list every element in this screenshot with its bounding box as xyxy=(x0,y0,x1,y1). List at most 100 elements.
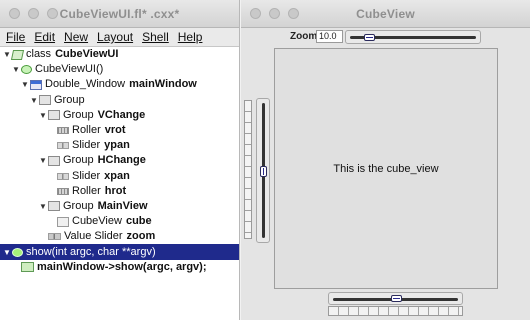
tree-item-type: Group xyxy=(63,199,94,212)
group-icon xyxy=(48,201,60,212)
tree-item-type: Slider xyxy=(72,169,101,182)
zoom-value-field[interactable]: 10.0 xyxy=(316,30,343,43)
expand-triangle-icon[interactable]: ▼ xyxy=(21,81,29,89)
tree-row[interactable]: ▼ Group VChange xyxy=(0,108,239,123)
widget-tree: ▼ class CubeViewUI ▼ CubeViewUI() ▼ Double_Win… xyxy=(0,47,239,320)
tree-row[interactable]: ▼ Group xyxy=(0,93,239,108)
minimize-button[interactable] xyxy=(269,8,280,19)
expand-triangle-icon[interactable]: ▼ xyxy=(3,51,11,59)
function-icon xyxy=(21,65,32,75)
tree-item-type: CubeViewUI() xyxy=(35,63,104,76)
group-icon xyxy=(48,155,60,166)
slider-icon xyxy=(57,172,69,180)
code-icon xyxy=(21,262,34,273)
tree-row[interactable]: Value Slider zoom xyxy=(0,229,239,244)
group-icon xyxy=(48,110,60,121)
tree-row[interactable]: ▼ CubeViewUI() xyxy=(0,62,239,77)
tree-item-type: Roller xyxy=(72,184,101,197)
window-controls xyxy=(9,8,58,19)
menubar: File Edit New Layout Shell Help xyxy=(0,28,239,47)
window-title: CubeView xyxy=(356,6,415,21)
tree-item-name: HChange xyxy=(97,154,146,167)
menu-file[interactable]: File xyxy=(3,30,31,44)
roller-icon xyxy=(57,187,69,195)
tree-item-name: xpan xyxy=(104,169,130,182)
tree-item-type: show(int argc, char **argv) xyxy=(26,245,156,258)
expand-triangle-icon[interactable]: ▼ xyxy=(3,248,11,256)
tree-item-name: VChange xyxy=(97,108,146,121)
tree-item-name: CubeViewUI xyxy=(55,48,119,61)
tree-row[interactable]: Roller vrot xyxy=(0,123,239,138)
minimize-button[interactable] xyxy=(28,8,39,19)
tree-row[interactable]: CubeView cube xyxy=(0,214,239,229)
tree-item-name: hrot xyxy=(104,184,127,197)
cube-view-label: This is the cube_view xyxy=(333,162,439,175)
tree-item-name: ypan xyxy=(104,139,130,152)
value-slider-icon xyxy=(48,233,61,241)
close-button[interactable] xyxy=(250,8,261,19)
menu-edit[interactable]: Edit xyxy=(31,30,61,44)
tree-row[interactable]: ▼ Group MainView xyxy=(0,199,239,214)
zoom-slider[interactable] xyxy=(345,30,481,44)
tree-item-type: Group xyxy=(63,108,94,121)
cube-view[interactable]: This is the cube_view xyxy=(274,48,498,289)
expand-triangle-icon[interactable]: ▼ xyxy=(39,157,47,165)
tree-row[interactable]: ▼ Group HChange xyxy=(0,153,239,168)
tree-item-name: mainWindow xyxy=(129,78,197,91)
group-icon xyxy=(39,95,51,106)
tree-item-name: mainWindow->show(argc, argv); xyxy=(37,260,207,273)
tree-row[interactable]: Slider ypan xyxy=(0,138,239,153)
tree-row[interactable]: Roller hrot xyxy=(0,184,239,199)
tree-row[interactable]: ▼ show(int argc, char **argv) xyxy=(0,244,239,260)
tree-row[interactable]: ▼ class CubeViewUI xyxy=(0,47,239,62)
zoom-label: Zoom xyxy=(290,31,318,42)
tree-row[interactable]: mainWindow->show(argc, argv); xyxy=(0,260,239,275)
fluid-window: CubeViewUI.fl* .cxx* File Edit New Layou… xyxy=(0,0,240,320)
fluid-titlebar[interactable]: CubeViewUI.fl* .cxx* xyxy=(0,0,239,28)
zoom-button[interactable] xyxy=(288,8,299,19)
hrot-roller[interactable] xyxy=(328,306,463,316)
vrot-roller[interactable] xyxy=(244,100,252,239)
expand-triangle-icon[interactable]: ▼ xyxy=(39,111,47,119)
window-controls xyxy=(250,8,299,19)
expand-triangle-icon[interactable]: ▼ xyxy=(12,66,20,74)
zoom-slider-knob[interactable] xyxy=(364,34,376,41)
window-title: CubeViewUI.fl* .cxx* xyxy=(59,6,180,21)
close-button[interactable] xyxy=(9,8,20,19)
tree-row[interactable]: Slider xpan xyxy=(0,169,239,184)
xpan-slider[interactable] xyxy=(328,292,463,305)
cube-icon xyxy=(57,216,69,227)
cubeview-window: CubeView Zoom 10.0 This is the cube_view xyxy=(241,0,530,320)
tree-item-name: vrot xyxy=(104,124,126,137)
zoom-bar: Zoom 10.0 xyxy=(241,28,530,46)
menu-shell[interactable]: Shell xyxy=(139,30,175,44)
class-icon xyxy=(10,49,25,60)
tree-item-type: CubeView xyxy=(72,215,122,228)
tree-row[interactable]: ▼ Double_Window mainWindow xyxy=(0,77,239,92)
window-icon xyxy=(30,79,42,90)
ypan-slider[interactable] xyxy=(256,98,270,243)
zoom-button[interactable] xyxy=(47,8,58,19)
tree-item-type: Value Slider xyxy=(64,230,123,243)
ypan-slider-knob[interactable] xyxy=(260,166,267,177)
menu-new[interactable]: New xyxy=(61,30,94,44)
roller-icon xyxy=(57,127,69,135)
expand-triangle-icon[interactable]: ▼ xyxy=(30,96,38,104)
tree-item-type: Group xyxy=(63,154,94,167)
xpan-slider-knob[interactable] xyxy=(391,295,402,302)
tree-item-type: class xyxy=(26,48,52,61)
menu-layout[interactable]: Layout xyxy=(94,30,139,44)
menu-help[interactable]: Help xyxy=(175,30,209,44)
tree-item-name: cube xyxy=(125,215,152,228)
tree-item-type: Double_Window xyxy=(45,78,126,91)
expand-triangle-icon[interactable]: ▼ xyxy=(39,202,47,210)
cubeview-titlebar[interactable]: CubeView xyxy=(241,0,530,28)
tree-item-type: Slider xyxy=(72,139,101,152)
